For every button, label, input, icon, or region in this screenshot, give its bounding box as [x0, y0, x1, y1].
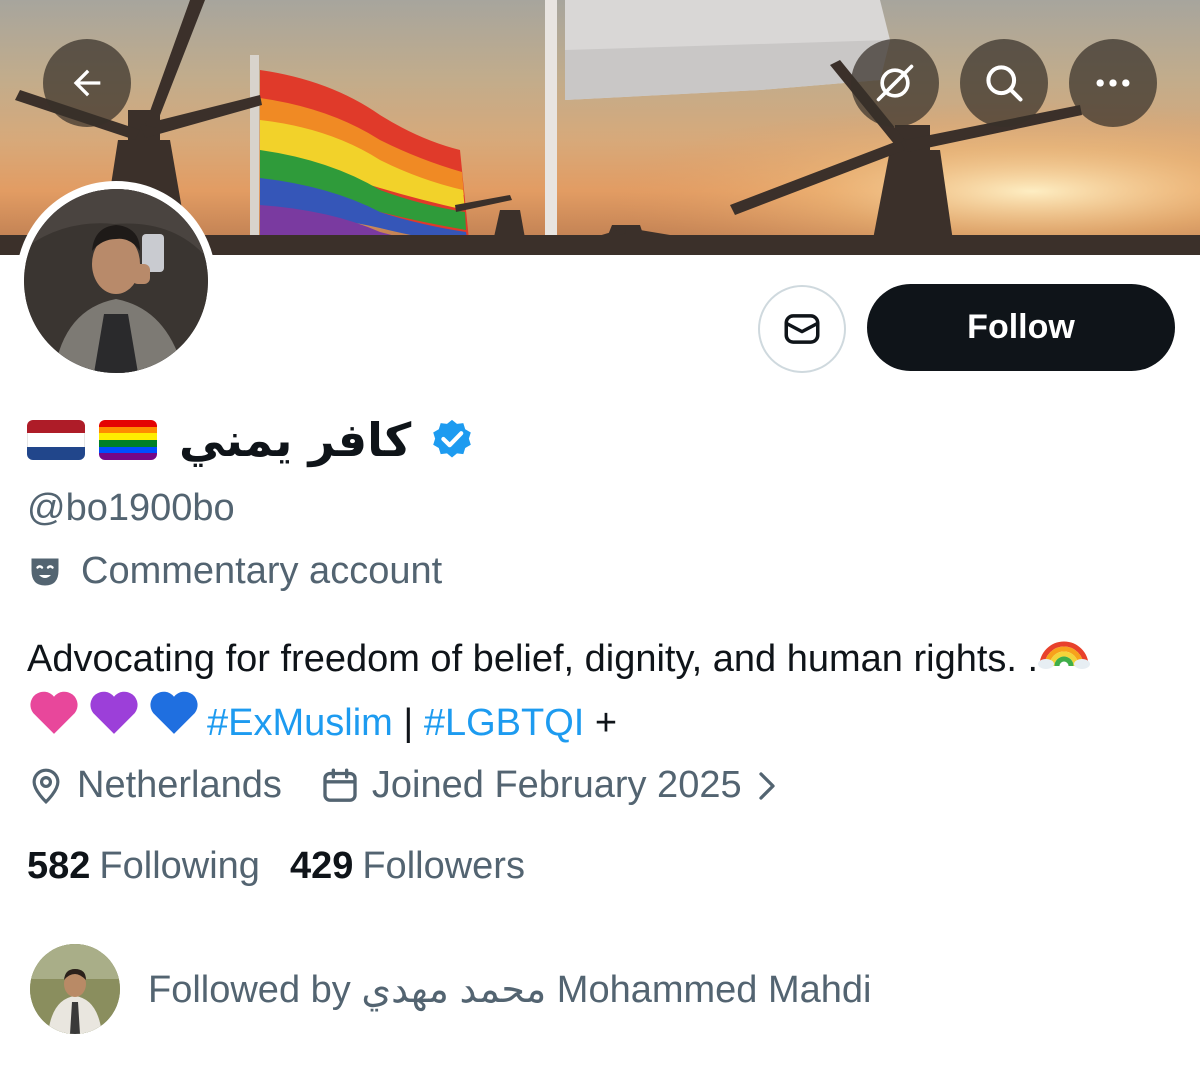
location-pin-icon: [27, 766, 65, 806]
follower-avatar: [30, 944, 120, 1034]
location-text: Netherlands: [77, 764, 282, 806]
display-name: كافر يمني: [179, 413, 412, 467]
profile-avatar[interactable]: [16, 181, 216, 381]
following-link[interactable]: 582 Following: [27, 845, 260, 888]
account-label: Commentary account: [81, 550, 443, 592]
followed-by-text: Followed by محمد مهدي Mohammed Mahdi: [148, 968, 872, 1011]
grok-button[interactable]: [851, 39, 939, 127]
rainbow-flag-icon: [99, 420, 157, 460]
profile-meta-row: Netherlands Joined February 2025: [27, 764, 778, 807]
hashtag-exmuslim[interactable]: #ExMuslim: [207, 702, 393, 744]
following-label: Following: [99, 845, 260, 887]
display-name-row: كافر يمني: [27, 408, 475, 472]
search-icon: [986, 65, 1023, 102]
theater-mask-icon: [31, 558, 59, 585]
calendar-icon: [320, 766, 360, 806]
arrow-left-icon: [73, 69, 101, 97]
account-label-row[interactable]: Commentary account: [27, 550, 442, 593]
verified-badge-icon[interactable]: [429, 417, 475, 463]
netherlands-flag-icon: [27, 420, 85, 460]
message-button[interactable]: [758, 285, 846, 373]
bio-text: Advocating for freedom of belief, dignit…: [27, 638, 1039, 681]
chevron-right-icon[interactable]: [756, 771, 778, 801]
purple-heart-emoji-icon: [87, 688, 141, 754]
followers-count: 429: [289, 845, 354, 887]
joined-date[interactable]: Joined February 2025: [372, 764, 742, 807]
bio-suffix: +: [594, 702, 618, 745]
followed-by-row[interactable]: Followed by محمد مهدي Mohammed Mahdi: [30, 944, 872, 1034]
follow-stats: 582 Following 429 Followers: [27, 845, 525, 888]
more-horizontal-icon: [1096, 79, 1130, 87]
hashtag-lgbtqi[interactable]: #LGBTQI: [424, 702, 585, 744]
pink-heart-emoji-icon: [27, 688, 81, 754]
envelope-icon: [784, 314, 820, 344]
back-button[interactable]: [43, 39, 131, 127]
rainbow-emoji-icon: [1038, 626, 1091, 688]
avatar-image: [24, 189, 208, 373]
following-count: 582: [27, 845, 91, 887]
more-button[interactable]: [1069, 39, 1157, 127]
profile-handle: @bo1900bo: [27, 487, 235, 529]
search-button[interactable]: [960, 39, 1048, 127]
profile-bio: Advocating for freedom of belief, dignit…: [27, 630, 1147, 758]
blue-heart-emoji-icon: [147, 688, 201, 754]
follow-button[interactable]: Follow: [867, 284, 1175, 371]
followers-label: Followers: [362, 845, 525, 887]
grok-icon: [876, 64, 914, 102]
followers-link[interactable]: 429 Followers: [290, 845, 525, 888]
bio-separator: |: [403, 702, 414, 745]
